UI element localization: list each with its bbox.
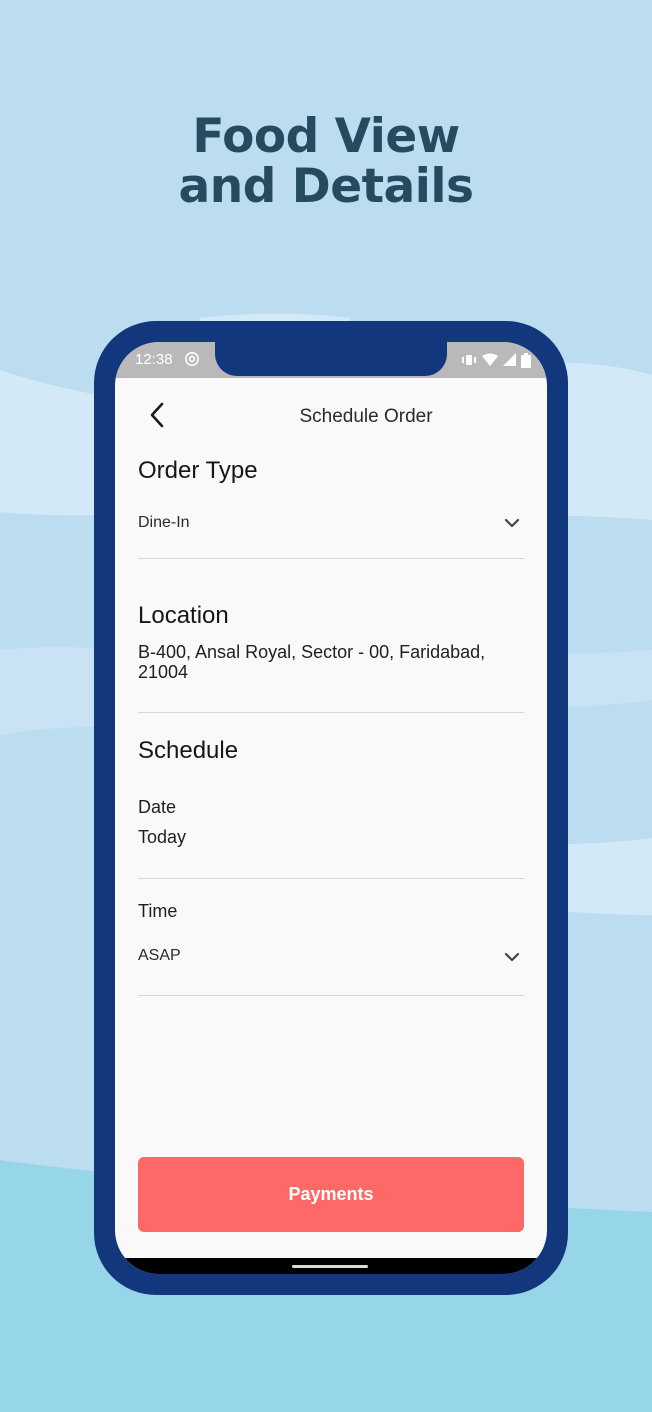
order-type-select[interactable]: Dine-In [138,510,524,559]
promo-title-line1: Food View [192,109,460,164]
phone-frame: 12:38 Schedule Order Order Type Dine-In … [94,321,568,1295]
order-form: Order Type Dine-In Location B-400, Ansal… [138,342,524,1274]
location-heading: Location [138,602,229,629]
time-label: Time [138,901,178,921]
location-address: B-400, Ansal Royal, Sector - 00, Faridab… [138,642,485,682]
date-field[interactable]: Today [138,827,524,879]
order-type-value: Dine-In [138,514,190,531]
chevron-down-icon [504,952,520,962]
schedule-heading: Schedule [138,737,239,764]
promo-title: Food View and Details [0,112,652,212]
time-select[interactable]: ASAP [138,947,524,996]
location-line1: B-400, Ansal Royal, Sector - 00, Faridab… [138,642,486,662]
promo-title-line2: and Details [178,159,474,214]
payments-button[interactable]: Payments [138,1157,524,1232]
phone-screen: 12:38 Schedule Order Order Type Dine-In … [115,342,547,1274]
location-line2: 21004 [138,662,189,682]
navigation-bar [115,1258,547,1274]
order-type-heading: Order Type [138,457,258,484]
chevron-down-icon [504,518,520,528]
location-field[interactable]: B-400, Ansal Royal, Sector - 00, Faridab… [138,642,524,713]
date-label: Date [138,797,177,817]
date-value: Today [138,827,187,847]
time-value: ASAP [138,947,181,964]
home-indicator[interactable] [292,1265,368,1268]
